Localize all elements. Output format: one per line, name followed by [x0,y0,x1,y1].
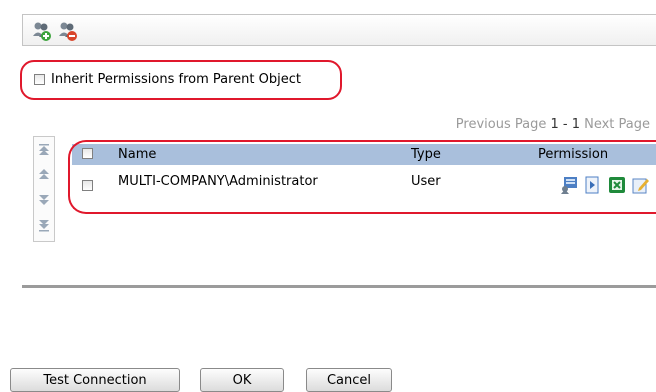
toolbar [22,14,656,46]
excel-export-icon[interactable] [608,176,626,194]
cancel-button[interactable]: Cancel [306,368,392,392]
next-page-link[interactable]: Next Page [584,117,650,132]
move-bottom-icon[interactable] [38,219,50,233]
grid-header: Name Type Permission [72,144,656,165]
reorder-controls [33,136,55,242]
previous-page-link[interactable]: Previous Page [456,117,547,132]
inherit-label: Inherit Permissions from Parent Object [51,71,301,87]
add-user-group-icon[interactable] [31,20,53,42]
ok-button[interactable]: OK [200,368,284,392]
inherit-checkbox[interactable] [34,73,45,85]
report-viewer-icon[interactable] [560,176,578,194]
select-all-checkbox[interactable] [82,148,93,159]
play-icon[interactable] [584,176,602,194]
column-header-permission[interactable]: Permission [538,147,608,162]
remove-user-group-icon[interactable] [57,20,79,42]
test-connection-button[interactable]: Test Connection [10,368,180,392]
page-range: 1 - 1 [550,117,580,132]
column-header-name[interactable]: Name [118,147,156,162]
move-down-icon[interactable] [38,193,50,207]
move-up-icon[interactable] [38,167,50,181]
edit-icon[interactable] [632,176,650,194]
row-type: User [411,174,441,189]
move-top-icon[interactable] [38,143,50,157]
row-name: MULTI-COMPANY\Administrator [118,174,318,189]
column-header-type[interactable]: Type [411,147,441,162]
divider [22,285,656,288]
row-checkbox[interactable] [82,180,93,191]
inherit-permissions[interactable]: Inherit Permissions from Parent Object [34,70,301,88]
pager: Previous Page 1 - 1 Next Page [456,117,650,132]
